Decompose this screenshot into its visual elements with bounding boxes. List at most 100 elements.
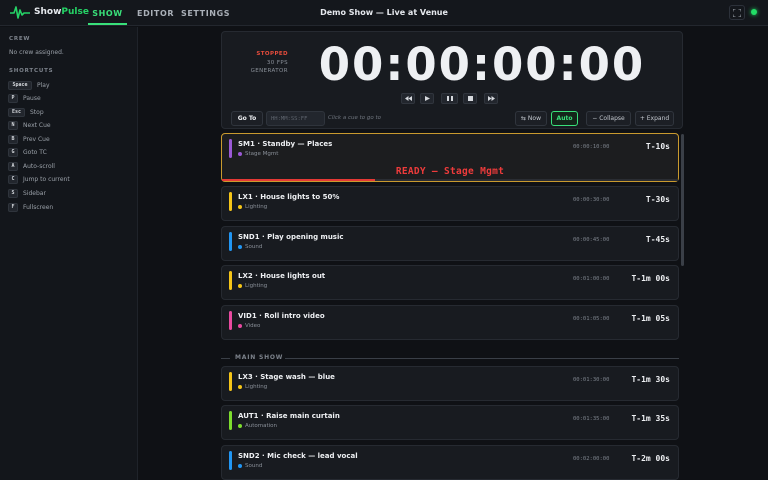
play-button[interactable] — [420, 93, 434, 104]
fullscreen-button[interactable] — [729, 5, 745, 20]
app-logo[interactable]: ShowPulse — [10, 5, 89, 19]
cue-timecode: 00:02:00:00 — [573, 456, 610, 462]
crew-empty-text: No crew assigned. — [9, 49, 64, 56]
fullscreen-icon — [733, 8, 741, 17]
shortcut-label: Goto TC — [23, 148, 47, 156]
tab-settings[interactable]: SETTINGS — [181, 0, 230, 25]
shortcut-key: Esc — [8, 107, 25, 117]
cue-color-bar — [229, 232, 232, 251]
shortcut-key: B — [8, 134, 18, 144]
pause-button[interactable] — [441, 93, 458, 104]
shortcut-play: Space Play — [8, 80, 50, 90]
cue-department: Sound — [238, 463, 262, 469]
cue-row[interactable]: LX1 · House lights to 50% Lighting 00:00… — [221, 186, 679, 221]
collapse-button[interactable]: − Collapse — [586, 111, 631, 126]
tc-source-label: GENERATOR — [250, 68, 288, 74]
section-rule — [285, 358, 679, 359]
cue-color-bar — [229, 451, 232, 470]
shortcut-key: Space — [8, 80, 32, 90]
shortcut-sidebar: S Sidebar — [8, 188, 46, 198]
cue-list-scrollbar[interactable] — [681, 134, 684, 266]
pulse-logo-icon — [10, 6, 30, 19]
cue-timecode: 00:00:10:00 — [573, 144, 610, 150]
cue-color-bar — [229, 139, 232, 158]
pause-icon — [446, 96, 453, 101]
cue-department: Lighting — [238, 384, 267, 390]
cue-row[interactable]: VID1 · Roll intro video Video 00:01:05:0… — [221, 305, 679, 340]
cue-color-bar — [229, 271, 232, 290]
play-icon — [424, 96, 430, 101]
shortcut-key: S — [8, 188, 18, 198]
cue-progress-bar — [222, 179, 678, 181]
cue-countdown: T-1m 30s — [631, 375, 670, 384]
sidebar: CREW No crew assigned. SHORTCUTS Space Pl… — [0, 27, 138, 480]
section-rule — [221, 358, 230, 359]
cue-countdown: T-10s — [645, 142, 670, 151]
section-label: MAIN SHOW — [235, 354, 284, 361]
shortcut-label: Jump to current — [23, 175, 70, 183]
shortcut-label: Stop — [30, 108, 44, 116]
shortcut-auto-scroll: A Auto-scroll — [8, 161, 55, 171]
transport-state: STOPPED — [256, 51, 288, 57]
stop-button[interactable] — [463, 93, 477, 104]
app-name: ShowPulse — [34, 7, 89, 17]
shortcut-key: G — [8, 147, 18, 157]
cue-timecode: 00:01:05:00 — [573, 316, 610, 322]
expand-button[interactable]: + Expand — [635, 111, 674, 126]
fps-label: 30 FPS — [266, 60, 288, 66]
cue-timecode: 00:00:30:00 — [573, 197, 610, 203]
cue-timecode: 00:01:30:00 — [573, 377, 610, 383]
cue-color-bar — [229, 411, 232, 430]
cue-color-bar — [229, 311, 232, 330]
shortcut-key: P — [8, 93, 18, 103]
section-divider: MAIN SHOW — [221, 354, 679, 364]
jump-now-button[interactable]: ⇆ Now — [515, 111, 547, 126]
cue-row[interactable]: AUT1 · Raise main curtain Automation 00:… — [221, 405, 679, 440]
fast-forward-icon — [487, 96, 495, 101]
goto-controls: Go To HH:MM:SS:FF Click a cue to go to ⇆… — [222, 111, 682, 127]
fast-forward-button[interactable] — [484, 93, 498, 104]
goto-hint: Click a cue to go to — [328, 115, 382, 121]
cue-department: Stage Mgmt — [238, 151, 278, 157]
shortcut-label: Sidebar — [23, 189, 46, 197]
cue-countdown: T-45s — [645, 235, 670, 244]
cue-color-bar — [229, 192, 232, 211]
ready-banner: READY — Stage Mgmt — [395, 166, 505, 177]
rewind-button[interactable] — [401, 93, 415, 104]
shortcut-prev-cue: B Prev Cue — [8, 134, 50, 144]
cue-department: Lighting — [238, 204, 267, 210]
connection-status-dot — [751, 9, 757, 15]
cue-department: Automation — [238, 423, 277, 429]
timecode-display: 00:00:00:00 — [318, 38, 646, 91]
shortcut-label: Play — [37, 81, 50, 89]
cue-department: Sound — [238, 244, 262, 250]
cue-countdown: T-30s — [645, 195, 670, 204]
shortcut-jump-current: C Jump to current — [8, 174, 70, 184]
shortcut-label: Auto-scroll — [23, 162, 55, 170]
shortcut-pause: P Pause — [8, 93, 41, 103]
cue-row[interactable]: SND1 · Play opening music Sound 00:00:45… — [221, 226, 679, 261]
goto-timecode-input[interactable]: HH:MM:SS:FF — [266, 111, 325, 126]
shortcut-next-cue: N Next Cue — [8, 120, 51, 130]
top-bar: ShowPulse SHOW EDITOR SETTINGS Demo Show… — [0, 0, 768, 26]
cue-row[interactable]: SM1 · Standby — Places Stage Mgmt 00:00:… — [221, 133, 679, 182]
cue-title: LX2 · House lights out — [238, 272, 326, 280]
auto-scroll-toggle[interactable]: Auto — [551, 111, 578, 126]
cue-row[interactable]: SND2 · Mic check — lead vocal Sound 00:0… — [221, 445, 679, 480]
shortcut-key: C — [8, 174, 18, 184]
cue-department: Lighting — [238, 283, 267, 289]
cue-row[interactable]: LX3 · Stage wash — blue Lighting 00:01:3… — [221, 366, 679, 401]
shortcut-label: Next Cue — [23, 121, 51, 129]
shortcuts-heading: SHORTCUTS — [9, 68, 54, 74]
tab-editor[interactable]: EDITOR — [137, 0, 174, 25]
cue-countdown: T-2m 00s — [631, 454, 670, 463]
shortcut-label: Fullscreen — [23, 203, 54, 211]
cue-title: VID1 · Roll intro video — [238, 312, 325, 320]
rewind-icon — [404, 96, 412, 101]
tab-show[interactable]: SHOW — [88, 0, 127, 25]
cue-row[interactable]: LX2 · House lights out Lighting 00:01:00… — [221, 265, 679, 300]
cue-countdown: T-1m 05s — [631, 314, 670, 323]
cue-title: AUT1 · Raise main curtain — [238, 412, 340, 420]
goto-button[interactable]: Go To — [231, 111, 263, 126]
shortcut-stop: Esc Stop — [8, 107, 44, 117]
